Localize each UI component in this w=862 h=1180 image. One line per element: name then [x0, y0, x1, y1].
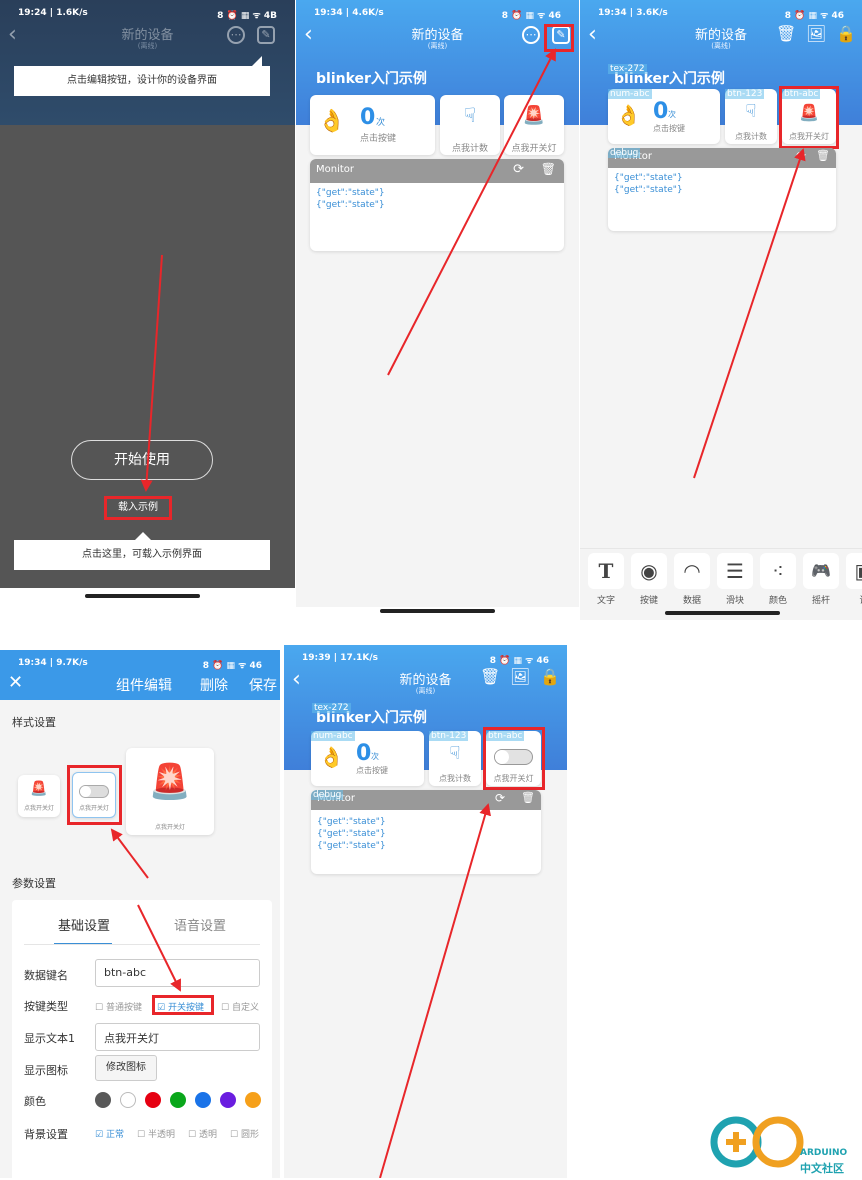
arrow — [379, 803, 491, 1178]
arrow — [137, 904, 181, 992]
arrow — [110, 828, 149, 879]
arrow — [140, 254, 163, 492]
annotation-arrows — [110, 48, 806, 1178]
arrow — [693, 148, 806, 479]
arrow — [387, 48, 556, 376]
